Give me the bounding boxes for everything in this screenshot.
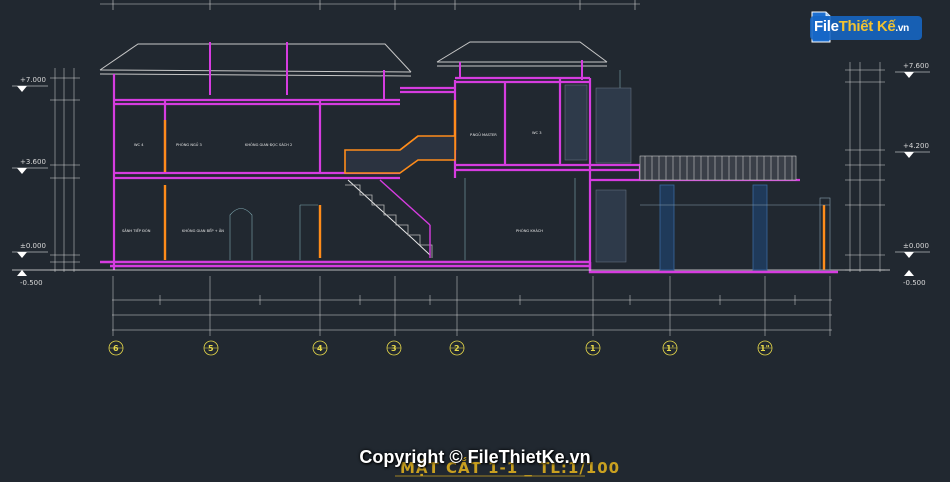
- axis-label: 1': [666, 344, 674, 353]
- section-drawing: +7.000 +3.600 ±0.000 -0.500 +7.600 +4.20…: [12, 0, 930, 477]
- site-logo-text: FileThiết Kế.vn: [814, 18, 909, 35]
- orange-walls: [163, 100, 826, 270]
- top-dimension-line: [100, 0, 640, 10]
- logo-part1: File: [814, 18, 839, 35]
- axis-bubble: 6: [108, 340, 124, 356]
- axis-bubbles: 6 5 4 3 2 1 1' 1": [108, 340, 773, 356]
- logo-part2: Thiết Kế: [838, 18, 896, 35]
- level-marker-right-4: -0.500: [903, 270, 926, 287]
- level-marker-left-4: -0.500: [17, 270, 43, 287]
- left-roof: [99, 43, 412, 77]
- room-label: PHÒNG KHÁCH: [516, 228, 543, 233]
- room-labels: WC 4 PHÒNG NGỦ 3 KHÔNG GIAN ĐỌC SÁCH 2 P…: [122, 131, 543, 233]
- axis-bubble: 2: [449, 340, 465, 356]
- room-label: SẢNH TIẾP ĐÓN: [122, 227, 151, 233]
- axis-label: 3: [391, 344, 397, 353]
- room-label: WC 4: [134, 143, 144, 147]
- level-label: +7.600: [903, 62, 929, 70]
- axis-bubble: 4: [312, 340, 328, 356]
- level-label: +3.600: [20, 158, 46, 166]
- level-label: +4.200: [903, 142, 929, 150]
- axis-bubble: 1': [662, 340, 678, 356]
- axis-bubble: 1": [757, 340, 773, 356]
- axis-bubble: 3: [386, 340, 402, 356]
- axis-label: 1: [590, 344, 596, 353]
- level-marker-right-2: +4.200: [895, 142, 930, 158]
- level-marker-right-1: +7.600: [895, 62, 930, 78]
- bottom-dimensions: [112, 276, 832, 336]
- level-label: -0.500: [20, 279, 43, 287]
- axis-label: 6: [113, 344, 119, 353]
- room-label: WC 3: [532, 131, 542, 135]
- level-marker-left-1: +7.000: [12, 76, 48, 92]
- level-label: +7.000: [20, 76, 46, 84]
- copyright-watermark: Copyright © FileThietKe.vn: [359, 447, 591, 467]
- right-vertical-dimensions: [845, 62, 885, 272]
- axis-label: 4: [317, 344, 323, 353]
- level-marker-left-2: +3.600: [12, 158, 48, 174]
- level-marker-left-3: ±0.000: [12, 242, 48, 258]
- terrace-railing: [639, 155, 797, 181]
- level-marker-right-3: ±0.000: [895, 242, 930, 258]
- level-label: ±0.000: [903, 242, 929, 250]
- room-label: P.NGỦ MASTER: [470, 132, 497, 137]
- axis-label: 5: [208, 344, 214, 353]
- axis-bubble: 5: [203, 340, 219, 356]
- staircase: [344, 135, 456, 258]
- left-vertical-dimensions: [50, 68, 80, 272]
- room-label: KHÔNG GIAN ĐỌC SÁCH 2: [245, 142, 292, 147]
- axis-label: 1": [760, 344, 770, 353]
- room-label: KHÔNG GIAN BẾP + ĂN: [182, 227, 224, 233]
- logo-domain: .vn: [895, 23, 909, 34]
- ground-slab: [100, 260, 838, 274]
- axis-bubble: 1: [585, 340, 601, 356]
- room-label: PHÒNG NGỦ 3: [176, 142, 202, 147]
- level-label: ±0.000: [20, 242, 46, 250]
- axis-label: 2: [454, 344, 460, 353]
- level-label: -0.500: [903, 279, 926, 287]
